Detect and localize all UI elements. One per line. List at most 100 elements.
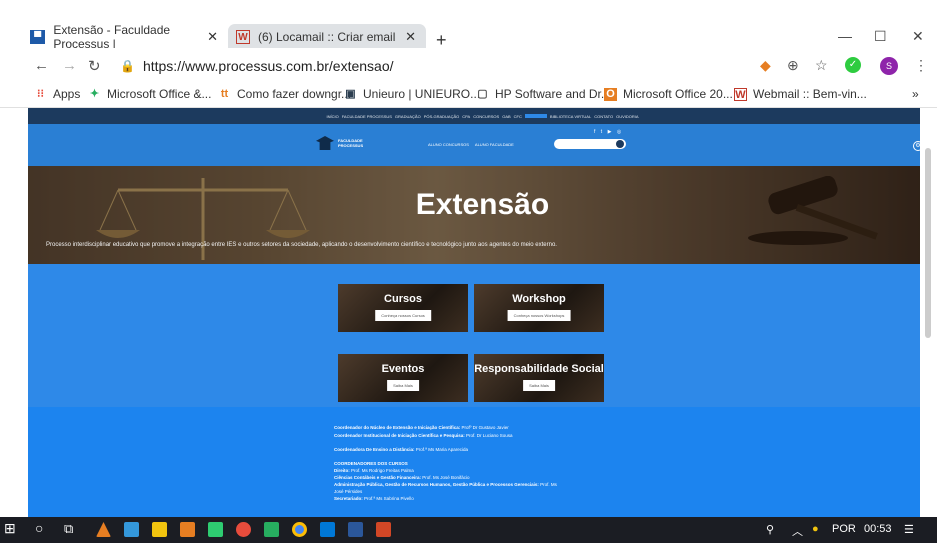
card-eventos[interactable]: Eventos Saiba Mais [338,354,468,402]
tab-locamail[interactable]: W (6) Locamail :: Criar email ✕ [228,24,426,50]
info-line: Ciências Contábeis e Gestão Financeira: … [334,475,470,480]
store-icon[interactable] [152,522,167,537]
info-value: Prof. Ms [538,482,557,487]
card-responsabilidade-social[interactable]: Responsabilidade Social Saiba Mais [474,354,604,402]
word-icon[interactable] [348,522,363,537]
nav-item-oab[interactable]: OAB [502,114,510,119]
nav-item-cfc[interactable]: CFC [514,114,522,119]
bookmark-como-fazer[interactable]: tt Como fazer downgr... [218,87,351,101]
people-icon[interactable]: ⚲ [766,523,774,536]
address-bar-row: ← → ↻ 🔒 https://www.processus.com.br/ext… [0,48,937,82]
card-background-image [474,284,604,332]
zoom-icon[interactable]: ⊕ [787,57,799,74]
social-icons: f t ▶ ◎ [594,129,623,135]
task-view-icon[interactable]: ⧉ [64,521,73,537]
search-icon[interactable]: ○ [35,520,43,536]
tab-title: Extensão - Faculdade Processus | [53,23,171,51]
youtube-icon[interactable]: ▶ [608,129,614,135]
info-label: Coordenadora De Ensino a Distância: [334,447,415,452]
forward-arrow-icon[interactable]: → [62,57,77,74]
check-extension-icon[interactable]: ✓ [845,57,861,73]
close-tab-icon[interactable]: ✕ [405,29,416,45]
maximize-icon[interactable]: ☐ [874,28,887,45]
link-aluno-faculdade[interactable]: ALUNO FACULDADE [475,142,514,147]
info-value: Prof. Ms José Bonifácio [421,475,470,480]
site-header: FACULDADE PROCESSUS ALUNO CONCURSOS ALUN… [28,124,937,166]
tray-app-icon[interactable]: ● [812,523,819,535]
card-button[interactable]: Saiba Mais [523,380,555,391]
clock[interactable]: 00:53 [864,523,892,535]
nav-item-graduacao[interactable]: GRADUAÇÃO [395,114,421,119]
nav-item-highlight[interactable] [524,114,547,118]
twitter-icon[interactable]: t [601,129,604,135]
app-green2-icon[interactable] [264,522,279,537]
card-button[interactable]: Saiba Mais [387,380,419,391]
app-green-icon[interactable] [208,522,223,537]
site-logo[interactable]: FACULDADE PROCESSUS [316,136,363,150]
bookmark-webmail[interactable]: W Webmail :: Bem-vin... [734,87,867,101]
minimize-icon[interactable]: — [838,28,852,44]
language-indicator[interactable]: POR [832,523,856,535]
locamail-favicon-icon: W [236,30,250,44]
bookmark-label: Microsoft Office &... [107,87,212,101]
windows-start-icon[interactable]: ⊞ [4,520,16,537]
unieuro-icon: ▣ [345,87,356,100]
back-arrow-icon[interactable]: ← [34,57,49,74]
chrome-icon[interactable] [292,522,307,537]
facebook-icon[interactable]: f [594,129,597,135]
reload-icon[interactable]: ↻ [88,57,101,75]
scrollbar-thumb[interactable] [925,148,931,338]
card-button[interactable]: Conheça nossos Cursos [375,310,431,321]
page-scrollbar[interactable] [920,108,937,517]
nav-item-faculdade[interactable]: FACULDADE PROCESSUS [342,114,392,119]
vlc-icon[interactable] [96,522,111,537]
powerpoint-icon[interactable] [376,522,391,537]
app-blue-icon[interactable] [124,522,139,537]
info-line: Coordenador do Núcleo de Extensão e Inic… [334,425,509,430]
search-icon[interactable] [616,140,624,148]
nav-item-concursos[interactable]: CONCURSOS [473,114,499,119]
close-tab-icon[interactable]: ✕ [207,29,218,45]
site-search-input[interactable] [554,139,626,149]
nav-item-inicio[interactable]: INÍCIO [326,114,338,119]
profile-avatar[interactable]: S [880,57,898,75]
bookmarks-overflow-button[interactable]: » [912,87,919,101]
card-cursos[interactable]: Cursos Conheça nossos Cursos [338,284,468,332]
url-field[interactable]: 🔒 https://www.processus.com.br/extensao/ [112,53,732,78]
instagram-icon[interactable]: ◎ [617,129,623,135]
tab-extensao[interactable]: ▀ Extensão - Faculdade Processus | ✕ [22,23,228,51]
bookmark-label: Webmail :: Bem-vin... [753,87,867,101]
nav-item-contato[interactable]: CONTATO [594,114,613,119]
bookmark-office-20[interactable]: O Microsoft Office 20... [604,87,733,101]
webmail-icon: W [734,87,747,101]
bookmark-apps[interactable]: ⁝⁝ Apps [34,87,80,101]
info-value: Profº Dr Gustavo Javier [460,425,509,430]
page-icon: ▢ [477,87,488,100]
info-label: COORDENADORES DOS CURSOS [334,461,408,466]
info-label: Coordenador do Núcleo de Extensão e Inic… [334,425,461,430]
info-value: Prof. Ms Rodrigo Freitas Palma [349,468,414,473]
nav-item-biblioteca[interactable]: BIBLIOTECA VIRTUAL [550,114,591,119]
site-top-nav: INÍCIO FACULDADE PROCESSUS GRADUAÇÃO PÓS… [28,108,937,124]
card-button[interactable]: Conheça nossos Workshops [507,310,571,321]
extension-icon[interactable]: ◆ [760,57,771,74]
bookmark-unieuro[interactable]: ▣ Unieuro | UNIEURO... [344,87,480,101]
nav-item-ouvidoria[interactable]: OUVIDORIA [616,114,638,119]
card-workshop[interactable]: Workshop Conheça nossos Workshops [474,284,604,332]
info-label: Administração Pública, Gestão de Recurso… [334,482,539,487]
browser-tab-bar: ▀ Extensão - Faculdade Processus | ✕ W (… [0,14,937,51]
edge-icon[interactable] [320,522,335,537]
menu-kebab-icon[interactable]: ⋮ [914,57,928,74]
bookmark-star-icon[interactable]: ☆ [815,57,828,74]
bookmark-hp[interactable]: ▢ HP Software and Dr... [476,87,611,101]
app-orange-icon[interactable] [180,522,195,537]
tray-chevron-icon[interactable]: ︿ [792,523,803,539]
link-aluno-concursos[interactable]: ALUNO CONCURSOS [428,142,469,147]
nav-item-pos-graduacao[interactable]: PÓS-GRADUAÇÃO [424,114,460,119]
notifications-icon[interactable]: ☰ [904,523,914,536]
info-line: Coordenador Institucional de Iniciação C… [334,433,513,438]
app-red-icon[interactable] [236,522,251,537]
bookmark-office[interactable]: ✦ Microsoft Office &... [88,87,212,101]
nav-item-cpa[interactable]: CPA [462,114,470,119]
window-close-icon[interactable]: ✕ [912,28,924,45]
